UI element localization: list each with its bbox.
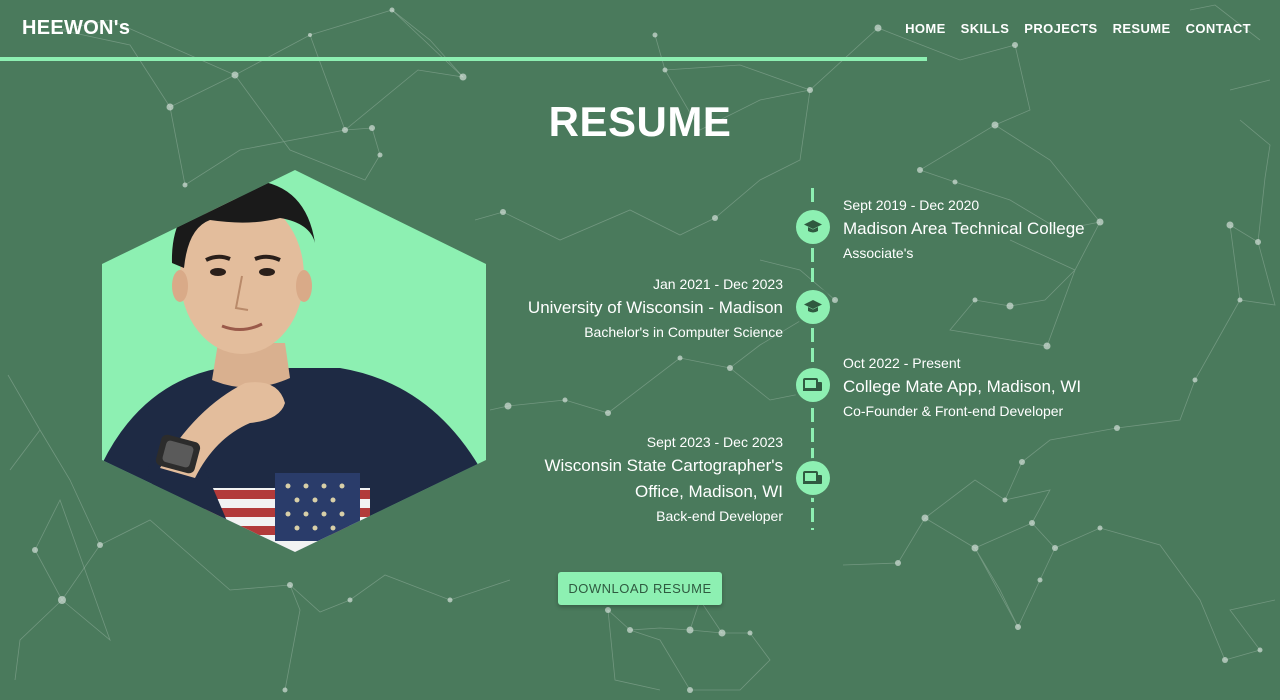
main-nav: HOME SKILLS PROJECTS RESUME CONTACT	[905, 21, 1251, 36]
devices-icon	[796, 461, 830, 495]
devices-icon	[796, 368, 830, 402]
site-logo[interactable]: HEEWON's	[22, 17, 130, 40]
timeline-date: Oct 2022 - Present	[843, 355, 961, 371]
page: HEEWON's HOME SKILLS PROJECTS RESUME CON…	[0, 0, 1280, 700]
timeline-title: Madison Area Technical College	[843, 219, 1085, 238]
timeline-entry: Jan 2021 - Dec 2023 University of Wiscon…	[483, 275, 783, 341]
graduation-cap-icon	[796, 210, 830, 244]
timeline-subtitle: Associate's	[843, 245, 914, 261]
timeline-subtitle: Co-Founder & Front-end Developer	[843, 403, 1064, 419]
header-divider	[0, 57, 927, 61]
nav-projects[interactable]: PROJECTS	[1024, 21, 1097, 36]
timeline-date: Sept 2019 - Dec 2020	[843, 197, 980, 213]
nav-home[interactable]: HOME	[905, 21, 946, 36]
timeline-date: Jan 2021 - Dec 2023	[653, 276, 783, 292]
nav-resume[interactable]: RESUME	[1113, 21, 1171, 36]
timeline-title: College Mate App, Madison, WI	[843, 377, 1082, 396]
timeline-entry: Sept 2019 - Dec 2020 Madison Area Techni…	[843, 196, 1085, 262]
nav-contact[interactable]: CONTACT	[1186, 21, 1251, 36]
timeline-title: University of Wisconsin - Madison	[527, 298, 783, 317]
timeline-title: Wisconsin State Cartographer's Office, M…	[544, 456, 783, 501]
profile-photo	[102, 170, 486, 552]
timeline-date: Sept 2023 - Dec 2023	[646, 434, 783, 450]
page-title: RESUME	[548, 98, 732, 145]
graduation-cap-icon	[796, 290, 830, 324]
timeline-subtitle: Bachelor's in Computer Science	[584, 324, 783, 340]
nav-skills[interactable]: SKILLS	[961, 21, 1010, 36]
timeline-entry: Sept 2023 - Dec 2023 Wisconsin State Car…	[513, 433, 783, 525]
timeline-entry: Oct 2022 - Present College Mate App, Mad…	[843, 354, 1081, 420]
timeline-subtitle: Back-end Developer	[656, 508, 783, 524]
download-resume-button[interactable]: DOWNLOAD RESUME	[558, 572, 722, 605]
